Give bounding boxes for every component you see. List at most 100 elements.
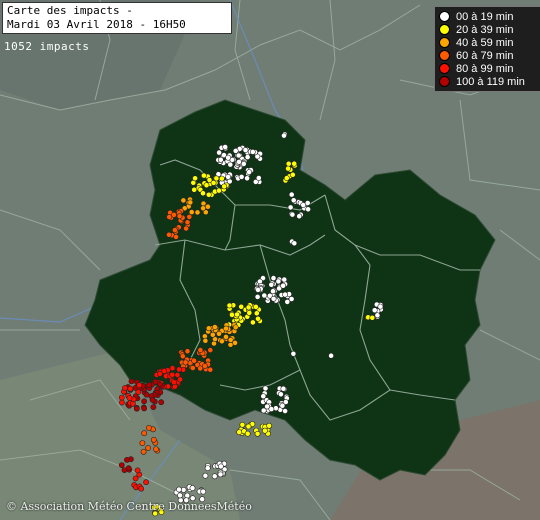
impact-point [371,307,378,314]
legend-dot-icon [439,24,450,35]
impact-point [249,148,256,155]
impact-point [281,276,288,283]
impact-point [227,336,234,343]
impact-point [138,485,145,492]
impact-point [169,365,176,371]
legend-label: 60 à 79 min [456,49,514,62]
impact-point [304,200,311,206]
impact-point [281,132,287,139]
impact-point [261,427,268,434]
impact-point [290,350,297,357]
impact-point [184,219,191,226]
impact-point [296,213,303,220]
legend-item: 20 à 39 min [439,23,539,36]
impact-point [291,160,298,167]
impact-point [211,324,218,330]
impact-point [282,408,288,414]
impact-point [275,278,282,285]
impact-point [289,171,296,178]
impact-point [169,371,176,378]
impact-point [305,206,311,213]
legend-label: 100 à 119 min [456,75,525,88]
impact-point [217,156,224,163]
legend-item: 100 à 119 min [439,75,539,88]
impact-point [238,173,245,180]
impact-point [232,324,239,331]
impact-point [253,310,260,317]
impact-point [173,233,179,240]
impact-point [216,149,222,156]
impact-point [270,295,277,302]
impact-point [246,169,252,175]
impact-point [217,463,224,470]
impact-point [374,312,381,319]
impact-point [268,406,275,412]
legend-dot-icon [439,76,450,87]
impact-point [232,147,239,154]
impact-point [290,197,297,204]
impact-point [235,152,242,159]
impact-point [197,347,204,353]
impact-point [255,286,261,293]
impact-point [194,209,201,216]
impact-point [284,298,291,305]
impact-point [183,225,189,232]
legend-dot-icon [439,37,450,48]
impact-point [176,213,183,220]
legend-label: 40 à 59 min [456,36,514,49]
impact-point [255,315,261,322]
impact-point [244,430,251,437]
impact-point [254,293,261,300]
impact-point [266,422,272,429]
impact-point [118,394,125,401]
legend-label: 20 à 39 min [456,23,514,36]
map-date: Mardi 03 Avril 2018 - 16H50 [7,18,186,31]
impact-point [207,366,214,373]
impact-point [209,331,216,338]
impact-point [189,485,196,491]
impact-point [129,400,136,407]
impact-point [187,199,194,206]
impact-point [242,147,249,153]
impact-point [283,175,290,181]
impact-point [261,292,268,299]
impact-point [192,175,198,182]
impact-point [280,282,286,289]
impact-point [262,385,269,392]
impact-point [369,314,376,321]
legend-label: 00 à 19 min [456,10,514,23]
impact-point [197,365,204,372]
impact-point [179,353,186,360]
impact-point [201,363,208,369]
impact-point [227,161,234,168]
impact-point [118,462,125,468]
impact-point [244,175,250,182]
legend-item: 00 à 19 min [439,10,539,23]
impact-point [145,424,152,431]
impact-point [171,227,178,233]
impact-point [128,378,135,385]
impact-point [186,213,193,220]
impact-point [270,275,277,281]
impact-point [328,352,334,359]
impact-point [227,341,234,348]
impact-point [205,191,212,198]
impact-point [289,211,296,218]
impact-point [141,405,148,412]
impact-point [225,154,231,161]
impact-point [236,158,242,165]
impact-point [222,144,229,150]
impact-point [245,304,252,311]
lightning-map: Carte des impacts - Mardi 03 Avril 2018 … [0,0,540,520]
impact-point [171,211,177,218]
impact-point [285,160,292,167]
impact-point [211,473,218,480]
impact-point [143,479,149,486]
impact-point [146,382,153,388]
legend-dot-icon [439,11,450,22]
impact-point [177,376,183,383]
impact-point [121,467,128,473]
impact-point [377,303,384,310]
impact-point [223,333,229,340]
impact-point [234,311,240,318]
